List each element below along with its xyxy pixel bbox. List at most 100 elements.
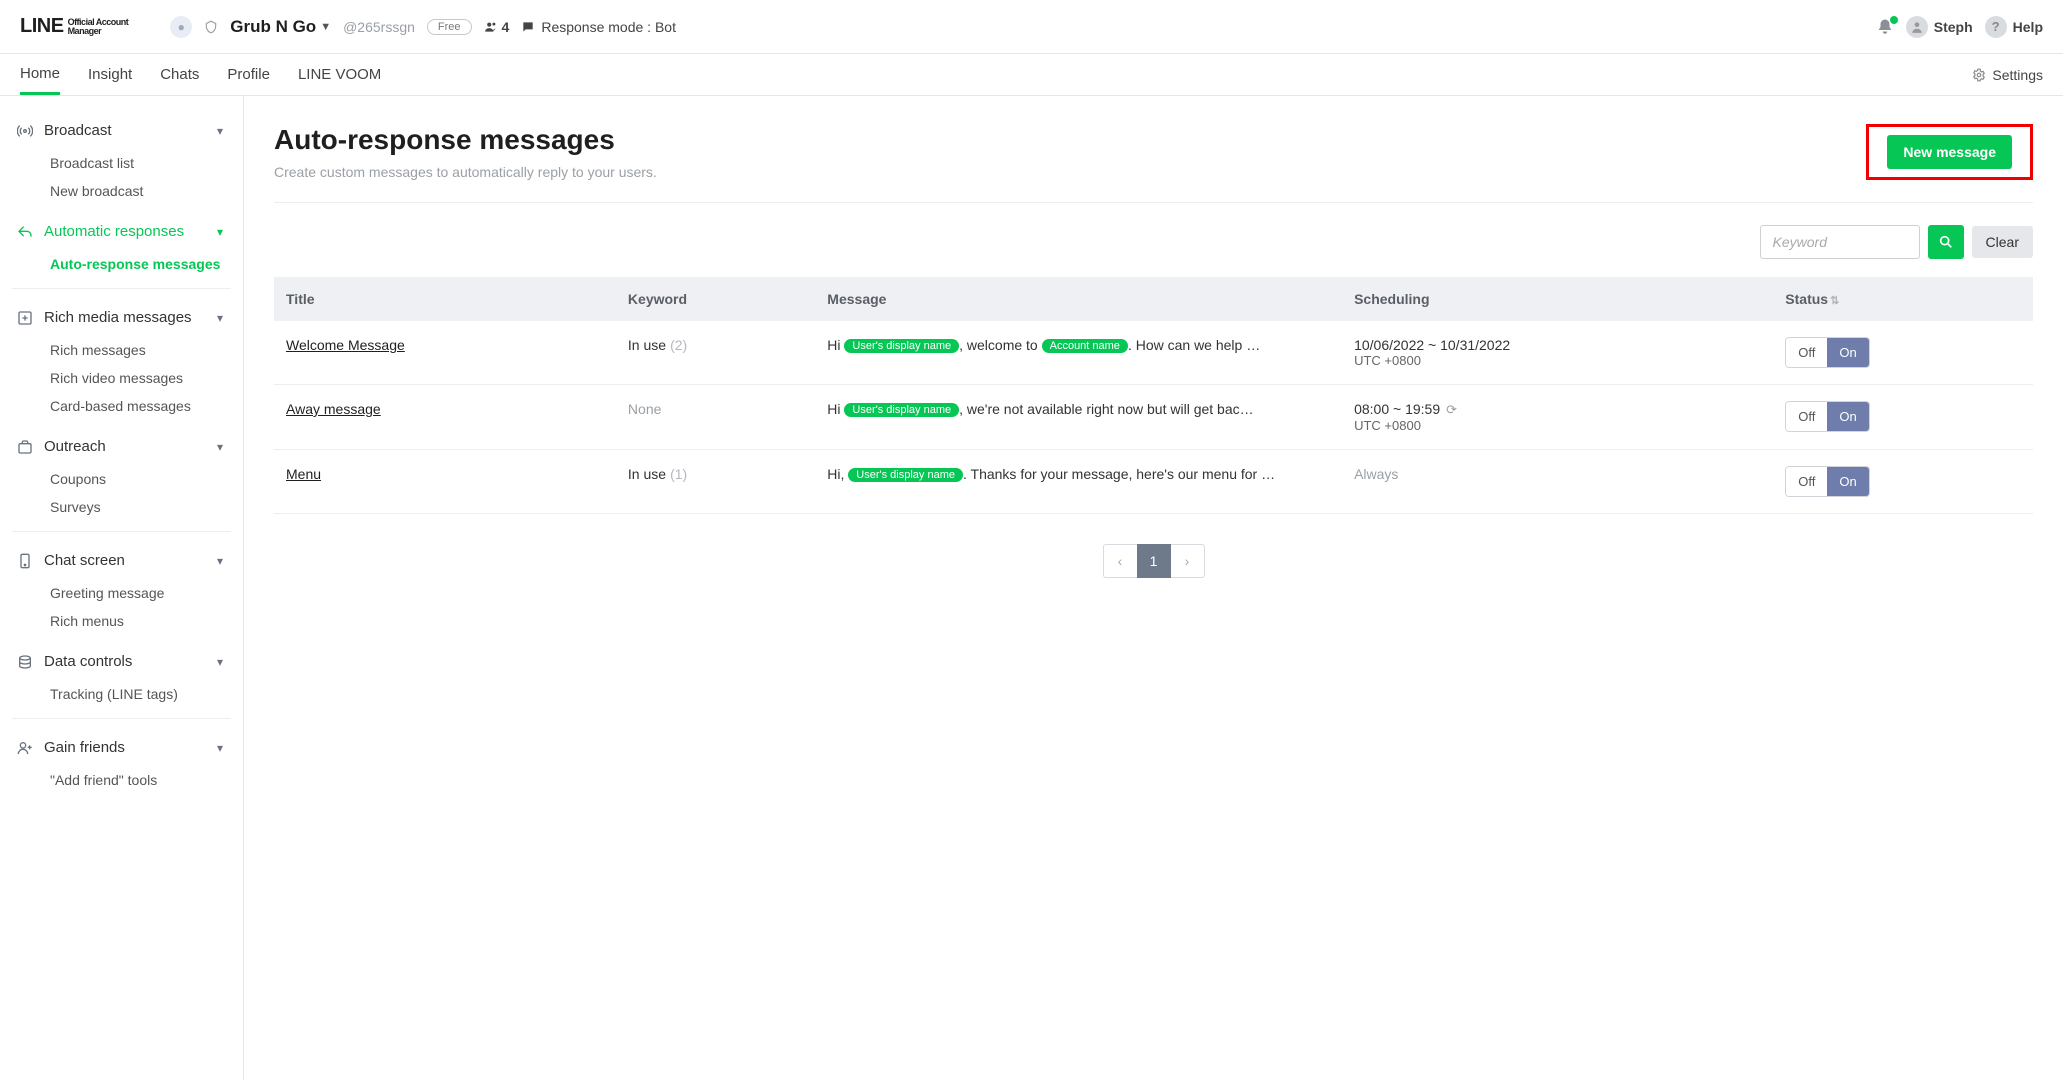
notifications-bell[interactable]: [1876, 18, 1894, 36]
settings-label: Settings: [1992, 67, 2043, 83]
user-menu[interactable]: Steph: [1906, 16, 1973, 38]
logo[interactable]: LINE Official Account Manager: [20, 15, 128, 38]
status-toggle[interactable]: OffOn: [1785, 337, 1869, 368]
variable-pill: User's display name: [844, 403, 959, 417]
col-message: Message: [815, 277, 1342, 321]
sidebar-coupons[interactable]: Coupons: [16, 465, 227, 493]
page-prev[interactable]: ‹: [1103, 544, 1137, 578]
page-number[interactable]: 1: [1137, 544, 1171, 578]
schedule-range: 08:00 ~ 19:59⟳: [1354, 401, 1761, 418]
sidebar-add-friend-tools[interactable]: "Add friend" tools: [16, 766, 227, 794]
status-toggle[interactable]: OffOn: [1785, 466, 1869, 497]
account-handle: @265rssgn: [343, 19, 415, 35]
keyword-status: None: [628, 401, 661, 417]
help-icon: ?: [1985, 16, 2007, 38]
sidebar-broadcast-list[interactable]: Broadcast list: [16, 149, 227, 177]
new-message-highlight: New message: [1866, 124, 2033, 180]
toggle-on[interactable]: On: [1827, 467, 1868, 496]
sidebar-greeting[interactable]: Greeting message: [16, 579, 227, 607]
divider: [12, 288, 231, 289]
chevron-down-icon: ▾: [217, 440, 223, 454]
nav-profile[interactable]: Profile: [227, 54, 270, 95]
sidebar-rich-video[interactable]: Rich video messages: [16, 364, 227, 392]
help-label: Help: [2013, 19, 2043, 35]
sidebar-chat-screen[interactable]: Chat screen ▾: [16, 542, 227, 579]
status-toggle[interactable]: OffOn: [1785, 401, 1869, 432]
repeat-icon: ⟳: [1446, 402, 1457, 417]
gain-friends-icon: [16, 740, 34, 756]
sidebar-broadcast[interactable]: Broadcast ▾: [16, 112, 227, 149]
outreach-icon: [16, 439, 34, 455]
message-preview: Hi, User's display name. Thanks for your…: [815, 450, 1342, 514]
sidebar-gain-friends[interactable]: Gain friends ▾: [16, 729, 227, 766]
toggle-on[interactable]: On: [1827, 402, 1868, 431]
sidebar-chat-label: Chat screen: [44, 552, 125, 569]
friends-number: 4: [502, 19, 510, 35]
nav-chats[interactable]: Chats: [160, 54, 199, 95]
chevron-down-icon: ▾: [217, 225, 223, 239]
sidebar-rich-media[interactable]: Rich media messages ▾: [16, 299, 227, 336]
toggle-off[interactable]: Off: [1786, 402, 1827, 431]
sidebar-rich-menus[interactable]: Rich menus: [16, 607, 227, 635]
sidebar-data-controls[interactable]: Data controls ▾: [16, 643, 227, 680]
chevron-down-icon: ▾: [217, 311, 223, 325]
data-icon: [16, 654, 34, 670]
response-mode[interactable]: Response mode : Bot: [521, 19, 676, 35]
page-next[interactable]: ›: [1171, 544, 1205, 578]
toggle-off[interactable]: Off: [1786, 338, 1827, 367]
sidebar-outreach[interactable]: Outreach ▾: [16, 428, 227, 465]
sidebar-data-label: Data controls: [44, 653, 132, 670]
new-message-button[interactable]: New message: [1887, 135, 2012, 169]
settings-link[interactable]: Settings: [1972, 67, 2043, 83]
sidebar-automatic-responses[interactable]: Automatic responses ▾: [16, 213, 227, 250]
row-title-link[interactable]: Menu: [286, 466, 321, 482]
row-title-link[interactable]: Welcome Message: [286, 337, 405, 353]
shield-icon: [204, 20, 218, 34]
keyword-status: In use: [628, 466, 666, 482]
nav-home[interactable]: Home: [20, 54, 60, 95]
message-preview: Hi User's display name, we're not availa…: [815, 385, 1342, 450]
sidebar-rich-messages[interactable]: Rich messages: [16, 336, 227, 364]
broadcast-icon: [16, 123, 34, 139]
divider: [12, 531, 231, 532]
table-row: Welcome MessageIn use(2)Hi User's displa…: [274, 321, 2033, 385]
search-icon: [1938, 234, 1954, 250]
notification-dot-icon: [1890, 16, 1898, 24]
toggle-off[interactable]: Off: [1786, 467, 1827, 496]
clear-button[interactable]: Clear: [1972, 226, 2033, 258]
keyword-search-input[interactable]: [1760, 225, 1920, 259]
sidebar-card-based[interactable]: Card-based messages: [16, 392, 227, 420]
sidebar-broadcast-label: Broadcast: [44, 122, 112, 139]
help-link[interactable]: ? Help: [1985, 16, 2043, 38]
variable-pill: User's display name: [848, 468, 963, 482]
main-content: Auto-response messages Create custom mes…: [244, 96, 2063, 1080]
col-title: Title: [274, 277, 616, 321]
sidebar-tracking[interactable]: Tracking (LINE tags): [16, 680, 227, 708]
row-title-link[interactable]: Away message: [286, 401, 381, 417]
toggle-on[interactable]: On: [1827, 338, 1868, 367]
account-switcher[interactable]: Grub N Go ▼: [230, 17, 331, 37]
sort-icon: ⇅: [1830, 295, 1839, 307]
variable-pill: Account name: [1042, 339, 1128, 353]
sidebar-surveys[interactable]: Surveys: [16, 493, 227, 521]
plan-badge: Free: [427, 19, 472, 35]
search-button[interactable]: [1928, 225, 1964, 259]
sidebar-new-broadcast[interactable]: New broadcast: [16, 177, 227, 205]
messages-table: Title Keyword Message Scheduling Status⇅…: [274, 277, 2033, 514]
nav-voom[interactable]: LINE VOOM: [298, 54, 381, 95]
sidebar-gain-label: Gain friends: [44, 739, 125, 756]
response-mode-text: Response mode : Bot: [541, 19, 676, 35]
sidebar-auto-response-messages[interactable]: Auto-response messages: [16, 250, 227, 278]
gear-icon: [1972, 68, 1986, 82]
message-preview: Hi User's display name, welcome to Accou…: [815, 321, 1342, 385]
nav-insight[interactable]: Insight: [88, 54, 132, 95]
sidebar-auto-label: Automatic responses: [44, 223, 184, 240]
col-status[interactable]: Status⇅: [1773, 277, 2033, 321]
page-subtitle: Create custom messages to automatically …: [274, 164, 657, 180]
divider: [12, 718, 231, 719]
col-keyword: Keyword: [616, 277, 815, 321]
chevron-down-icon: ▾: [217, 124, 223, 138]
schedule-tz: UTC +0800: [1354, 418, 1761, 433]
account-avatar-icon: ●: [170, 16, 192, 38]
friends-count: 4: [484, 19, 510, 35]
